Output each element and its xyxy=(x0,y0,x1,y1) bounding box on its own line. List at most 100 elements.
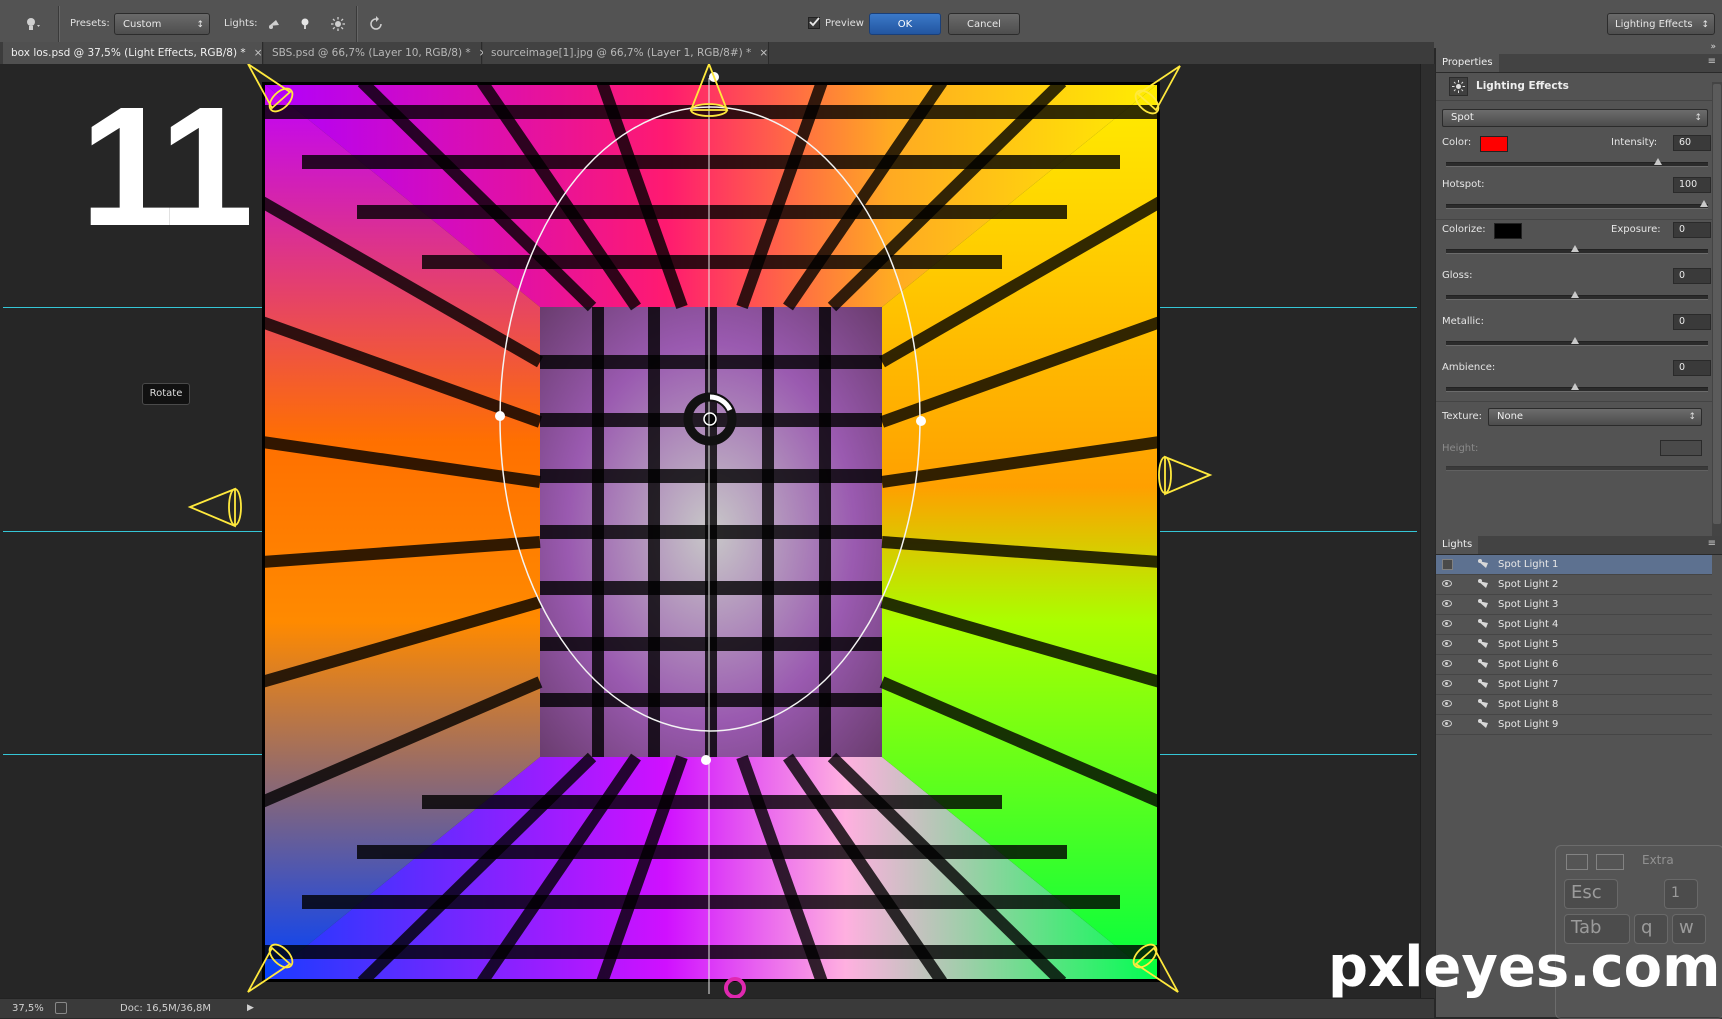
tab-properties[interactable]: Properties xyxy=(1436,54,1499,72)
visibility-eye-icon[interactable] xyxy=(1442,580,1452,587)
dropdown-arrows-icon: ↕ xyxy=(196,20,204,30)
rotation-handle-icon[interactable] xyxy=(724,977,746,998)
slider-knob[interactable] xyxy=(1571,383,1579,390)
light-list-item[interactable]: Spot Light 3 xyxy=(1436,595,1712,615)
gloss-slider[interactable] xyxy=(1446,291,1708,300)
visibility-eye-icon[interactable] xyxy=(1442,680,1452,687)
light-list-item[interactable]: Spot Light 1 xyxy=(1436,555,1712,575)
status-info-icon[interactable] xyxy=(55,1002,67,1014)
light-center-handle[interactable] xyxy=(703,412,717,426)
presets-dropdown[interactable]: Custom ↕ xyxy=(114,13,210,35)
collapse-panels-icon[interactable]: » xyxy=(1710,42,1716,52)
slider-knob[interactable] xyxy=(1571,337,1579,344)
section-title: Lighting Effects xyxy=(1476,80,1569,92)
visibility-eye-icon[interactable] xyxy=(1442,620,1452,627)
visibility-toggle[interactable] xyxy=(1442,559,1453,570)
light-name: Spot Light 1 xyxy=(1498,559,1559,570)
vertical-scrollbar[interactable] xyxy=(1420,64,1435,998)
spot-light-icon xyxy=(1478,719,1488,728)
light-list-item[interactable]: Spot Light 5 xyxy=(1436,635,1712,655)
preview-label: Preview xyxy=(825,18,864,29)
preview-checkbox[interactable] xyxy=(808,17,820,29)
spot-light-cone-icon[interactable] xyxy=(247,64,297,116)
gloss-field[interactable]: 0 xyxy=(1673,268,1711,284)
light-list-item[interactable]: Spot Light 6 xyxy=(1436,655,1712,675)
slider-knob[interactable] xyxy=(1571,245,1579,252)
document-tabs: box los.psd @ 37,5% (Light Effects, RGB/… xyxy=(0,42,1434,65)
divider xyxy=(1436,219,1712,220)
separator xyxy=(356,6,358,42)
spot-light-cone-icon[interactable] xyxy=(1131,65,1181,118)
lights-panel-header: Lights ≡ xyxy=(1436,536,1722,555)
key-esc[interactable]: Esc xyxy=(1564,879,1618,909)
status-bar: 37,5% Doc: 16,5M/36,8M ▶ xyxy=(0,998,1434,1018)
spot-light-cone-icon[interactable] xyxy=(1129,940,1179,993)
key-1[interactable]: 1 xyxy=(1664,879,1698,909)
light-name: Spot Light 3 xyxy=(1498,599,1559,610)
light-type-dropdown[interactable]: Spot xyxy=(1442,109,1708,127)
reset-rotate-icon[interactable] xyxy=(364,12,388,36)
metallic-field[interactable]: 0 xyxy=(1673,314,1711,330)
light-list-item[interactable]: Spot Light 8 xyxy=(1436,695,1712,715)
hotspot-label: Hotspot: xyxy=(1442,179,1485,190)
visibility-eye-icon[interactable] xyxy=(1442,720,1452,727)
tab-sbs[interactable]: SBS.psd @ 66,7% (Layer 10, RGB/8) *× xyxy=(264,42,487,64)
light-bulb-tool-icon[interactable] xyxy=(20,12,44,36)
visibility-eye-icon[interactable] xyxy=(1442,640,1452,647)
exposure-slider[interactable] xyxy=(1446,245,1708,254)
exposure-field[interactable]: 0 xyxy=(1673,222,1711,238)
zoom-level[interactable]: 37,5% xyxy=(12,999,44,1018)
light-list-item[interactable]: Spot Light 4 xyxy=(1436,615,1712,635)
metallic-slider[interactable] xyxy=(1446,337,1708,346)
spot-light-icon xyxy=(1478,619,1488,628)
workspace-dropdown[interactable]: Lighting Effects ↕ xyxy=(1607,13,1715,35)
ambience-slider[interactable] xyxy=(1446,383,1708,392)
add-infinite-light-icon[interactable] xyxy=(326,12,350,36)
tab-sourceimage[interactable]: sourceimage[1].jpg @ 66,7% (Layer 1, RGB… xyxy=(483,42,769,64)
hotspot-field[interactable]: 100 xyxy=(1673,177,1711,193)
panel-menu-icon[interactable]: ≡ xyxy=(1708,538,1716,549)
spot-light-ellipse[interactable] xyxy=(499,106,921,732)
visibility-eye-icon[interactable] xyxy=(1442,660,1452,667)
light-name: Spot Light 9 xyxy=(1498,719,1559,730)
step-number: 11 xyxy=(80,72,254,262)
colorize-label: Colorize: xyxy=(1442,224,1486,235)
color-swatch[interactable] xyxy=(1480,136,1508,152)
spot-light-cone-icon[interactable] xyxy=(247,940,297,993)
light-list-item[interactable]: Spot Light 9 xyxy=(1436,715,1712,735)
colorize-swatch[interactable] xyxy=(1494,223,1522,239)
scroll-thumb[interactable] xyxy=(1713,84,1721,524)
add-point-light-icon[interactable] xyxy=(293,12,317,36)
keyboard-icon[interactable] xyxy=(1596,854,1624,870)
visibility-eye-icon[interactable] xyxy=(1442,700,1452,707)
properties-scrollbar[interactable] xyxy=(1712,82,1722,552)
spot-light-cone-icon[interactable] xyxy=(1158,455,1213,496)
lighting-effects-icon xyxy=(1449,77,1468,96)
close-tab-icon[interactable]: × xyxy=(254,47,263,59)
slider-knob[interactable] xyxy=(1653,158,1662,165)
lights-list: Spot Light 1 Spot Light 2 Spot Light 3 Spot… xyxy=(1436,555,1722,755)
light-list-item[interactable]: Spot Light 2 xyxy=(1436,575,1712,595)
texture-dropdown[interactable]: None xyxy=(1488,408,1702,426)
ok-button[interactable]: OK xyxy=(869,13,941,35)
ambience-field[interactable]: 0 xyxy=(1673,360,1711,376)
slider-knob[interactable] xyxy=(1700,200,1708,207)
hotspot-slider[interactable] xyxy=(1446,200,1708,209)
intensity-label: Intensity: xyxy=(1611,137,1658,148)
intensity-field[interactable]: 60 xyxy=(1673,135,1711,151)
workspace-value: Lighting Effects xyxy=(1615,19,1693,30)
light-name: Spot Light 5 xyxy=(1498,639,1559,650)
tab-lights[interactable]: Lights xyxy=(1436,536,1479,554)
tab-box-los[interactable]: box los.psd @ 37,5% (Light Effects, RGB/… xyxy=(3,42,263,64)
visibility-eye-icon[interactable] xyxy=(1442,600,1452,607)
light-list-item[interactable]: Spot Light 7 xyxy=(1436,675,1712,695)
slider-knob[interactable] xyxy=(1571,291,1579,298)
cancel-button[interactable]: Cancel xyxy=(948,13,1020,35)
close-tab-icon[interactable]: × xyxy=(759,47,768,59)
panel-menu-icon[interactable]: ≡ xyxy=(1708,56,1716,67)
status-menu-arrow-icon[interactable]: ▶ xyxy=(247,999,254,1018)
intensity-slider[interactable] xyxy=(1446,158,1708,167)
add-spot-light-icon[interactable] xyxy=(262,12,286,36)
keyboard-pen-icon[interactable] xyxy=(1566,854,1588,870)
spot-light-cone-icon[interactable] xyxy=(187,487,242,528)
